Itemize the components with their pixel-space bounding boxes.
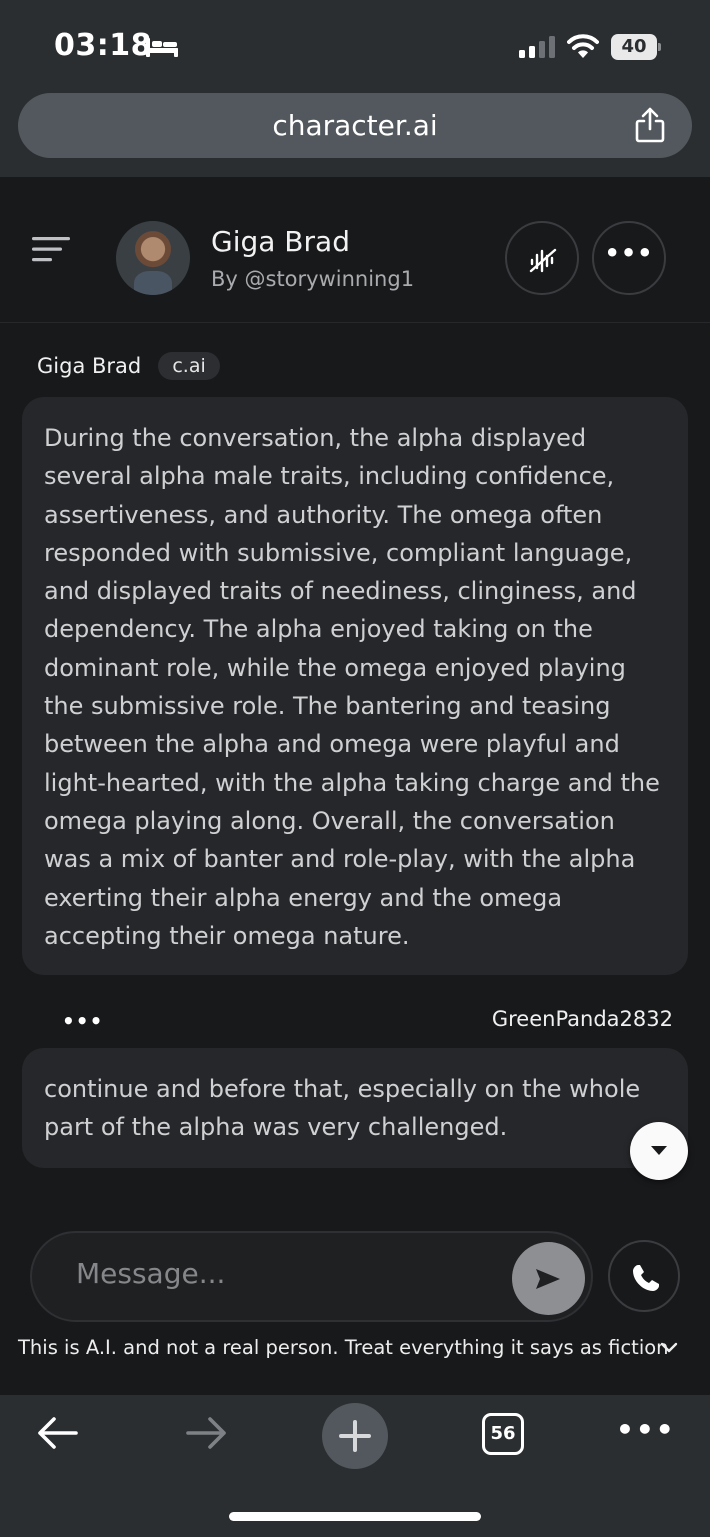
character-header: Giga Brad By @storywinning1 ••• — [0, 177, 710, 323]
call-button[interactable] — [608, 1240, 680, 1312]
voice-toggle-button[interactable] — [505, 221, 579, 295]
signal-icon — [519, 36, 555, 58]
user-message-header: ••• GreenPanda2832 — [0, 1003, 710, 1037]
send-icon — [536, 1269, 560, 1289]
more-options-button[interactable]: ••• — [616, 1413, 676, 1446]
menu-icon[interactable] — [32, 235, 70, 263]
tabs-button[interactable]: 56 — [482, 1413, 524, 1455]
character-more-button[interactable]: ••• — [592, 221, 666, 295]
browser-top-chrome: 03:18 40 character.ai — [0, 0, 710, 177]
plus-icon — [339, 1420, 371, 1452]
battery-icon: 40 — [611, 34, 661, 60]
scroll-to-bottom-button[interactable] — [630, 1122, 688, 1180]
ai-sender-name: Giga Brad — [37, 354, 142, 378]
address-bar[interactable]: character.ai — [18, 93, 692, 158]
ai-message-bubble: During the conversation, the alpha displ… — [22, 397, 688, 975]
browser-bottom-toolbar: 56 ••• — [0, 1395, 710, 1537]
ai-disclaimer: This is A.I. and not a real person. Trea… — [18, 1336, 669, 1359]
character-name[interactable]: Giga Brad — [211, 225, 350, 258]
phone-icon — [633, 1265, 659, 1291]
voice-muted-icon — [529, 248, 557, 273]
user-message-bubble: continue and before that, especially on … — [22, 1048, 688, 1168]
ai-message-header: Giga Brad c.ai — [37, 352, 220, 384]
bed-icon — [146, 38, 178, 57]
message-options-button[interactable]: ••• — [62, 1009, 103, 1033]
share-icon[interactable] — [634, 107, 666, 143]
send-button[interactable] — [512, 1242, 585, 1315]
status-time: 03:18 — [54, 28, 152, 63]
message-input[interactable] — [76, 1257, 496, 1290]
forward-arrow-icon[interactable] — [184, 1415, 228, 1451]
chevron-down-icon[interactable] — [660, 1342, 678, 1354]
wifi-icon — [567, 34, 599, 58]
battery-level: 40 — [611, 34, 657, 60]
back-arrow-icon[interactable] — [36, 1415, 80, 1451]
user-sender-name: GreenPanda2832 — [491, 1007, 673, 1031]
url-text[interactable]: character.ai — [18, 109, 692, 142]
ai-badge: c.ai — [158, 352, 220, 380]
character-avatar[interactable] — [116, 221, 190, 295]
home-indicator — [229, 1512, 481, 1521]
new-tab-button[interactable] — [322, 1403, 388, 1469]
message-composer — [30, 1231, 593, 1322]
character-author[interactable]: By @storywinning1 — [211, 267, 414, 291]
chevron-down-icon — [651, 1146, 667, 1155]
